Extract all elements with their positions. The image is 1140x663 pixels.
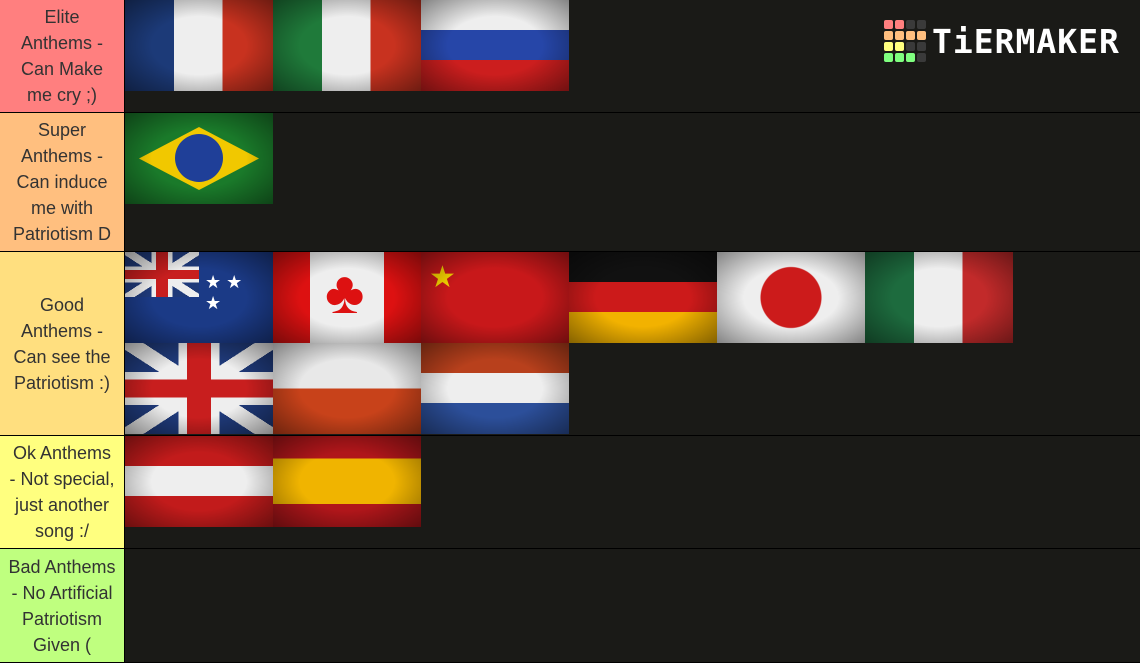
tier-items	[125, 113, 1140, 251]
logo-square	[917, 42, 926, 51]
flag-netherlands-icon[interactable]	[421, 343, 569, 434]
logo-square	[884, 31, 893, 40]
flag-canada-icon[interactable]: ♣	[273, 252, 421, 343]
logo-square	[906, 20, 915, 29]
tier-label[interactable]: Good Anthems - Can see the Patriotism :)	[0, 252, 125, 435]
logo-square	[917, 20, 926, 29]
flag-poland-icon[interactable]	[273, 343, 421, 434]
tiermaker-logo[interactable]: TiERMAKER	[884, 20, 1120, 62]
tier-label[interactable]: Super Anthems - Can induce me with Patri…	[0, 113, 125, 251]
flag-australia-icon[interactable]: ★ ★ ★	[125, 252, 273, 343]
tier-items: ★ ★ ★ ♣ ★	[125, 252, 1140, 435]
logo-square	[884, 53, 893, 62]
flag-spain-icon[interactable]	[273, 436, 421, 527]
logo-grid-icon	[884, 20, 926, 62]
logo-square	[906, 53, 915, 62]
flag-russia-icon[interactable]	[421, 0, 569, 91]
flag-italy-icon[interactable]	[273, 0, 421, 91]
logo-text: TiERMAKER	[932, 21, 1120, 61]
logo-square	[917, 53, 926, 62]
flag-china-icon[interactable]: ★	[421, 252, 569, 343]
flag-brazil-icon[interactable]	[125, 113, 273, 204]
logo-square	[906, 42, 915, 51]
tier-row: Ok Anthems - Not special, just another s…	[0, 436, 1140, 549]
tier-row: Bad Anthems - No Artificial Patriotism G…	[0, 549, 1140, 663]
logo-square	[884, 42, 893, 51]
flag-france-icon[interactable]	[125, 0, 273, 91]
tier-items	[125, 436, 1140, 548]
logo-square	[917, 31, 926, 40]
logo-square	[884, 20, 893, 29]
logo-square	[895, 42, 904, 51]
flag-mexico-icon[interactable]	[865, 252, 1013, 343]
logo-square	[895, 53, 904, 62]
logo-square	[895, 31, 904, 40]
tier-row: Good Anthems - Can see the Patriotism :)…	[0, 252, 1140, 436]
tier-row: Super Anthems - Can induce me with Patri…	[0, 113, 1140, 252]
tier-label[interactable]: Elite Anthems - Can Make me cry ;)	[0, 0, 125, 112]
logo-square	[895, 20, 904, 29]
logo-square	[906, 31, 915, 40]
flag-germany-icon[interactable]	[569, 252, 717, 343]
flag-japan-icon[interactable]	[717, 252, 865, 343]
flag-united-kingdom-icon[interactable]	[125, 343, 273, 434]
tier-label[interactable]: Ok Anthems - Not special, just another s…	[0, 436, 125, 548]
tier-label[interactable]: Bad Anthems - No Artificial Patriotism G…	[0, 549, 125, 662]
flag-austria-icon[interactable]	[125, 436, 273, 527]
tier-items	[125, 549, 1140, 662]
